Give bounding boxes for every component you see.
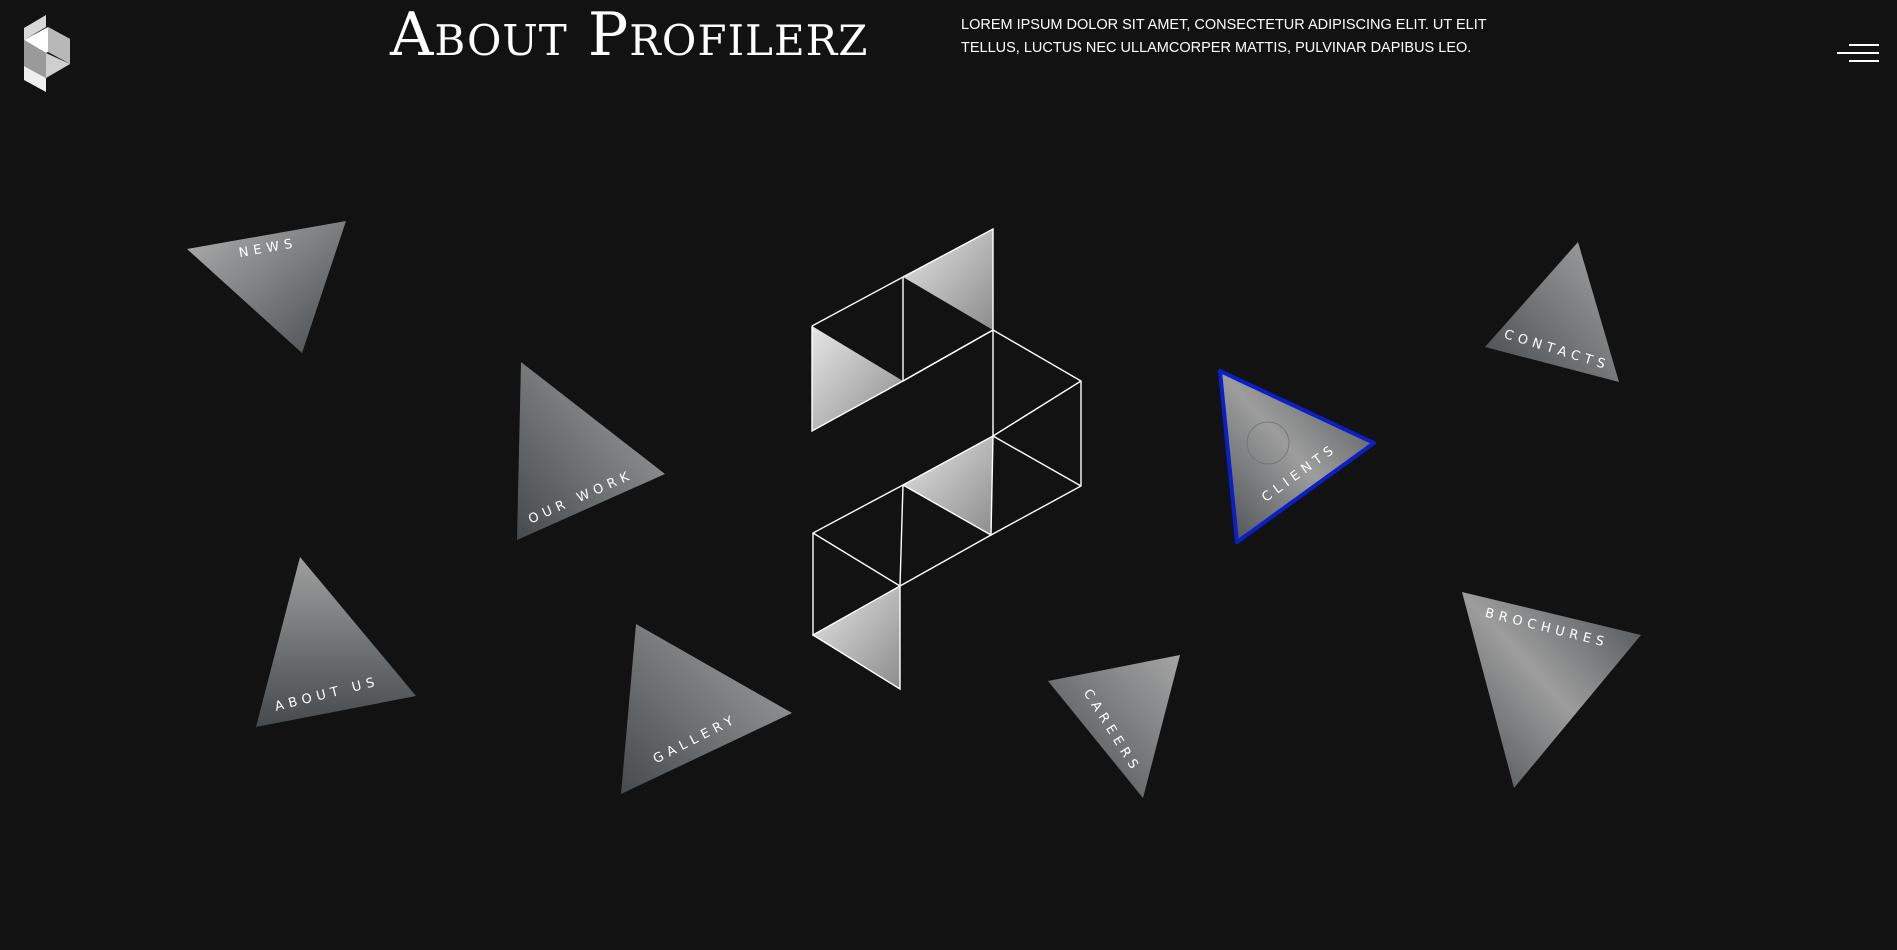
nav-triangle-news[interactable]: NEWS [187,221,346,353]
nav-triangle-contacts[interactable]: CONTACTS [1485,242,1619,382]
nav-triangle-brochures[interactable]: BROCHURES [1462,592,1641,788]
nav-triangle-careers[interactable]: CAREERS [1048,655,1180,798]
nav-triangle-gallery[interactable]: GALLERY [621,624,792,794]
nav-triangle-clients[interactable]: CLIENTS [1218,369,1376,544]
nav-triangle-about-us[interactable]: ABOUT US [256,557,416,727]
nav-triangle-our-work[interactable]: OUR WORK [517,362,665,540]
center-logo-icon [811,227,1082,691]
navigation-stage: NEWS OUR WORK ABOUT US GALLERY CAREERS C… [187,221,1641,798]
